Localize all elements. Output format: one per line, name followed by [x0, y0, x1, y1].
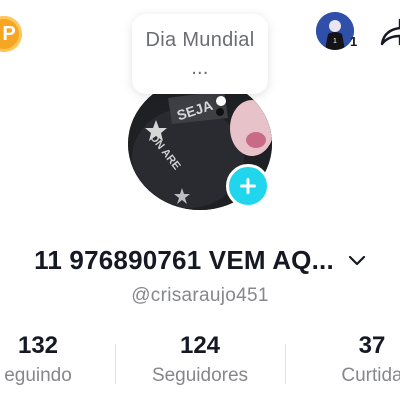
stat-value: 124	[179, 332, 221, 359]
friend-count: 1	[350, 34, 358, 49]
stat-value: 132	[17, 332, 59, 359]
share-icon[interactable]	[378, 14, 400, 54]
coin-badge-icon[interactable]: P	[0, 16, 22, 52]
profile-stats: 132 eguindo 124 Seguidores 37 Curtida	[0, 330, 400, 400]
add-story-button[interactable]	[226, 164, 270, 208]
profile-note-bubble[interactable]: Dia Mundial ...	[132, 14, 268, 94]
friend-avatar[interactable]: 1	[316, 12, 354, 50]
stat-followers[interactable]: 124 Seguidores	[138, 330, 262, 390]
note-bubble-tail	[216, 96, 226, 106]
display-name-row[interactable]: 11 976890761 VEM AQ...	[0, 245, 400, 276]
stat-likes[interactable]: 37 Curtida	[322, 330, 400, 390]
stat-following[interactable]: 132 eguindo	[0, 330, 88, 390]
stat-label: Seguidores	[151, 365, 249, 386]
coin-badge-glyph: P	[2, 22, 16, 45]
svg-text:1: 1	[333, 38, 337, 45]
plus-icon	[240, 178, 256, 194]
stat-label: eguindo	[4, 365, 72, 386]
display-name: 11 976890761 VEM AQ...	[34, 245, 334, 275]
chevron-down-icon[interactable]	[348, 255, 366, 267]
username: @crisaraujo451	[131, 285, 269, 306]
stat-divider	[285, 344, 286, 384]
profile-note-text: Dia Mundial ...	[145, 29, 255, 79]
stat-divider	[115, 344, 116, 384]
stat-value: 37	[358, 332, 386, 359]
stat-label: Curtida	[341, 365, 400, 386]
